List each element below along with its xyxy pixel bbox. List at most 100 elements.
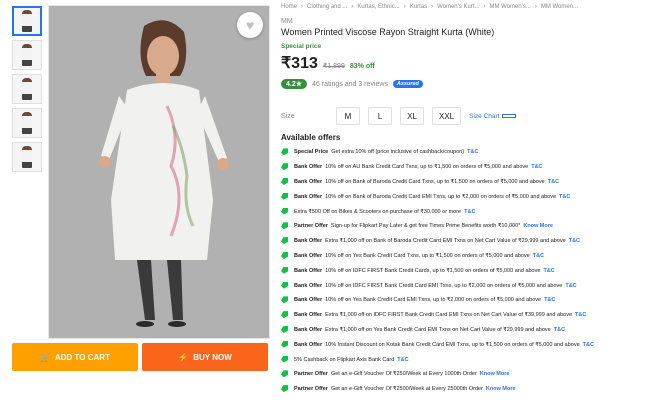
buy-now-label: BUY NOW: [193, 352, 232, 362]
offer-type: Bank Offer: [294, 282, 323, 289]
selling-price: ₹313: [281, 55, 318, 72]
thumbnail-1[interactable]: [12, 6, 42, 36]
offer-item: Special Price Get extra 10% off (price in…: [281, 145, 665, 160]
offer-tag-icon: [281, 252, 289, 260]
ratings-reviews-count[interactable]: 46 ratings and 3 reviews: [312, 81, 388, 88]
offer-item: Bank Offer 10% off on Bank of Baroda Cred…: [281, 175, 665, 190]
offer-type: Bank Offer: [294, 267, 323, 274]
offer-tag-icon: [281, 341, 289, 349]
rating-row: 4.2★ 46 ratings and 3 reviews Assured: [281, 79, 665, 89]
rating-badge[interactable]: 4.2★: [281, 79, 308, 89]
offer-link[interactable]: T&C: [559, 194, 570, 200]
size-chart-link[interactable]: Size Chart: [469, 112, 517, 120]
size-chart-label: Size Chart: [469, 112, 500, 120]
offer-tag-icon: [281, 237, 289, 245]
offer-text: Get an e-Gift Voucher Of ₹250/Week at Ev…: [330, 371, 477, 378]
ruler-icon: [502, 114, 517, 118]
offer-type: Partner Offer: [294, 386, 328, 393]
offers-heading: Available offers: [281, 133, 341, 142]
offer-text: Get extra 10% off (price inclusive of ca…: [331, 149, 465, 156]
offer-text: 10% Instant Discount on Kotak Bank Credi…: [325, 341, 580, 348]
offer-link[interactable]: T&C: [544, 297, 555, 303]
cart-icon: 🛒: [40, 352, 50, 362]
buy-now-button[interactable]: ⚡ BUY NOW: [142, 343, 268, 371]
breadcrumb-item[interactable]: Kurtas, Ethnic...: [357, 4, 399, 10]
product-title: Women Printed Viscose Rayon Straight Kur…: [281, 27, 495, 37]
offer-text: 5% Cashback on Flipkart Axis Bank Card: [294, 356, 395, 363]
offer-item: Bank Offer Extra ₹1,000 off on Yes Bank C…: [281, 323, 665, 338]
offer-tag-icon: [281, 385, 289, 393]
offer-tag-icon: [281, 311, 289, 319]
breadcrumb-item[interactable]: Women's Kurt...: [437, 4, 479, 10]
special-price-label: Special price: [281, 43, 322, 50]
assured-badge-icon: Assured: [392, 80, 423, 88]
offer-type: Bank Offer: [294, 297, 323, 304]
thumbnail-3[interactable]: [12, 74, 42, 104]
offer-link[interactable]: Know More: [486, 386, 516, 392]
offer-text: 10% off on AU Bank Credit Card Txns, up …: [325, 164, 529, 171]
lightning-icon: ⚡: [178, 352, 189, 362]
offer-item: Bank Offer 10% off on Yes Bank Credit Car…: [281, 249, 665, 264]
offer-item: Bank Offer 10% off on IDFC FIRST Bank Cre…: [281, 263, 665, 278]
offer-text: Extra ₹1,000 off on Yes Bank Credit Card…: [325, 326, 551, 333]
offer-link[interactable]: T&C: [583, 342, 594, 348]
offer-link[interactable]: T&C: [575, 312, 586, 318]
offer-type: Bank Offer: [294, 326, 323, 333]
thumbnail-2[interactable]: [12, 40, 42, 70]
offer-link[interactable]: T&C: [565, 283, 576, 289]
offer-link[interactable]: T&C: [464, 209, 475, 215]
add-to-cart-label: ADD TO CART: [55, 352, 110, 362]
price-row: ₹313 ₹1,899 83% off: [281, 53, 665, 73]
offer-link[interactable]: T&C: [397, 357, 408, 363]
breadcrumb-item: MM Women...: [540, 4, 579, 10]
offer-link[interactable]: T&C: [533, 253, 544, 259]
breadcrumb-item[interactable]: Clothing and ...: [307, 4, 347, 10]
offer-link[interactable]: T&C: [569, 238, 580, 244]
thumbnail-5[interactable]: [12, 142, 42, 172]
size-option-m[interactable]: M: [336, 107, 360, 125]
offer-link[interactable]: Know More: [523, 223, 553, 229]
breadcrumb-item[interactable]: MM Women's...: [489, 4, 530, 10]
offer-tag-icon: [281, 222, 289, 230]
offer-text: Get an e-Gift Voucher Of ₹2500/Week at E…: [330, 386, 483, 393]
offer-link[interactable]: Know More: [480, 371, 510, 377]
offer-text: 10% off on Yes Bank Credit Card EMI Txns…: [325, 297, 542, 304]
size-label: Size: [281, 112, 295, 120]
offer-tag-icon: [281, 296, 289, 304]
thumbnail-4[interactable]: [12, 108, 42, 138]
breadcrumb-item[interactable]: Home: [281, 4, 297, 10]
offer-text: 10% off on IDFC FIRST Bank Credit Card E…: [325, 282, 563, 289]
offer-type: Special Price: [294, 149, 329, 156]
offer-item: Partner Offer Get an e-Gift Voucher Of ₹2…: [281, 367, 665, 382]
breadcrumb-item[interactable]: Kurtas: [410, 4, 427, 10]
product-details: Home › Clothing and ... › Kurtas, Ethnic..…: [281, 4, 665, 397]
wishlist-heart-icon[interactable]: ♥: [237, 12, 263, 38]
offer-text: 10% off on IDFC FIRST Bank Credit Cards,…: [325, 267, 541, 274]
offer-text: 10% off on Bank of Baroda Credit Card EM…: [325, 193, 557, 200]
offer-link[interactable]: T&C: [531, 164, 542, 170]
offer-link[interactable]: T&C: [554, 327, 565, 333]
offer-item: Bank Offer 10% off on AU Bank Credit Card…: [281, 160, 665, 175]
size-option-l[interactable]: L: [368, 107, 392, 125]
offer-item: Bank Offer 10% Instant Discount on Kotak …: [281, 337, 665, 352]
offer-tag-icon: [281, 208, 289, 216]
offer-link[interactable]: T&C: [548, 179, 559, 185]
offer-type: Bank Offer: [294, 312, 323, 319]
size-option-xxl[interactable]: XXL: [432, 107, 462, 125]
add-to-cart-button[interactable]: 🛒 ADD TO CART: [12, 343, 138, 371]
offer-link[interactable]: T&C: [543, 268, 554, 274]
offer-text: Sign-up for Flipkart Pay Later & get fre…: [330, 223, 521, 230]
size-selector: Size M L XL XXL Size Chart: [281, 107, 665, 125]
size-option-xl[interactable]: XL: [400, 107, 424, 125]
brand-name[interactable]: MM: [281, 18, 665, 25]
offer-text: Extra ₹1,000 off on IDFC FIRST Bank Cred…: [325, 312, 573, 319]
offer-tag-icon: [281, 267, 289, 275]
model-illustration: [49, 6, 269, 338]
offer-link[interactable]: T&C: [467, 149, 478, 155]
offer-item: 5% Cashback on Flipkart Axis Bank Card T&…: [281, 352, 665, 367]
product-image[interactable]: ♥: [48, 5, 270, 339]
mrp-price: ₹1,899: [322, 63, 345, 70]
offer-item: Bank Offer 10% off on Bank of Baroda Cred…: [281, 189, 665, 204]
offer-text: 10% off on Yes Bank Credit Card Txns, up…: [325, 252, 530, 259]
offer-item: Bank Offer 10% off on Yes Bank Credit Car…: [281, 293, 665, 308]
